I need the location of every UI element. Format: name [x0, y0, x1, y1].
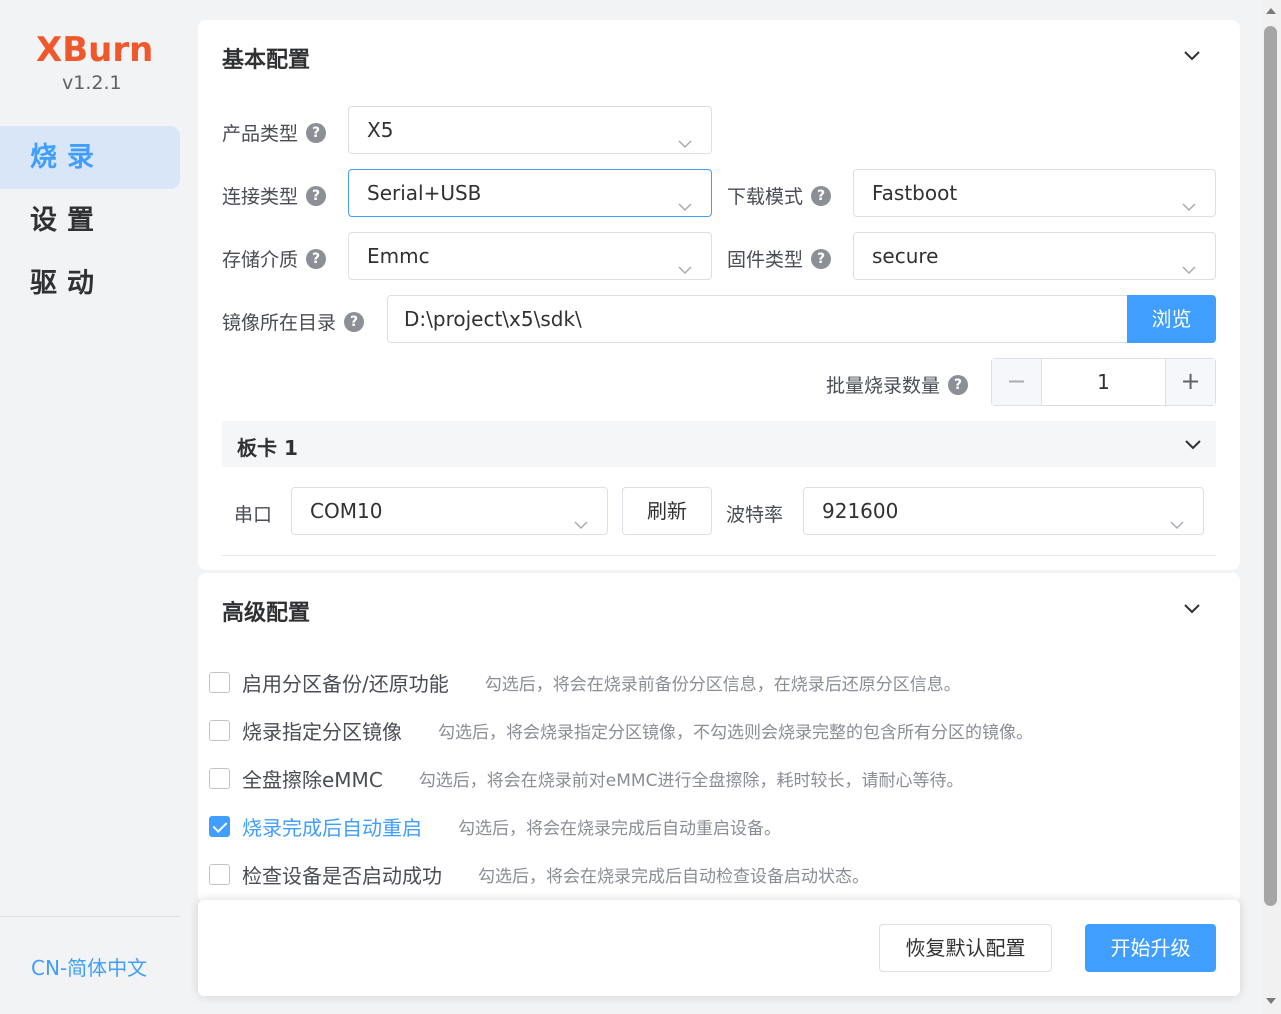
image-dir-label: 镜像所在目录 ? [222, 308, 365, 335]
check-boot-checkbox[interactable] [209, 864, 230, 885]
sidebar: XBurn v1.2.1 烧录 设置 驱动 CN-简体中文 [0, 0, 190, 1014]
option-description: 勾选后，将会在烧录完成后自动检查设备启动状态。 [478, 867, 869, 887]
connection-type-select[interactable]: Serial+USB [348, 169, 712, 217]
baud-rate-select[interactable]: 921600 [803, 487, 1204, 535]
option-label: 烧录指定分区镜像 [242, 720, 402, 744]
action-footer: 恢复默认配置 开始升级 [198, 900, 1240, 996]
firmware-type-value: secure [872, 244, 939, 268]
serial-port-label: 串口 [234, 504, 273, 526]
serial-port-value: COM10 [310, 499, 383, 523]
batch-count-stepper: − 1 + [991, 358, 1216, 406]
storage-select[interactable]: Emmc [348, 232, 712, 280]
erase-emmc-checkbox[interactable] [209, 768, 230, 789]
collapse-advanced-chevron-icon[interactable] [1182, 598, 1202, 618]
partition-backup-checkbox[interactable] [209, 672, 230, 693]
sidebar-divider [0, 916, 180, 917]
reset-defaults-button[interactable]: 恢复默认配置 [879, 924, 1052, 972]
image-dir-input[interactable]: D:\project\x5\sdk\ [387, 295, 1128, 343]
connection-type-value: Serial+USB [367, 181, 482, 205]
board-card-header[interactable]: 板卡 1 [222, 421, 1216, 467]
option-label: 全盘擦除eMMC [242, 768, 383, 792]
chevron-down-icon [573, 503, 589, 549]
chevron-down-icon [677, 185, 693, 231]
download-mode-select[interactable]: Fastboot [853, 169, 1216, 217]
auto-reboot-checkbox[interactable] [209, 816, 230, 837]
browse-button[interactable]: 浏览 [1127, 295, 1216, 343]
help-icon[interactable]: ? [948, 374, 969, 395]
storage-label: 存储介质 ? [222, 245, 327, 272]
option-auto-reboot[interactable]: 烧录完成后自动重启 勾选后，将会在烧录完成后自动重启设备。 [209, 812, 781, 841]
chevron-down-icon [677, 122, 693, 168]
chevron-down-icon [677, 248, 693, 294]
chevron-down-icon [1169, 503, 1185, 549]
product-type-select[interactable]: X5 [348, 106, 712, 154]
batch-count-label-text: 批量烧录数量 [826, 375, 941, 397]
advanced-config-title: 高级配置 [222, 601, 311, 626]
nav-item-burn[interactable]: 烧录 [0, 126, 180, 189]
firmware-type-select[interactable]: secure [853, 232, 1216, 280]
download-mode-label-text: 下载模式 [727, 186, 804, 208]
firmware-type-label: 固件类型 ? [727, 245, 832, 272]
nav-item-settings[interactable]: 设置 [0, 189, 180, 252]
download-mode-value: Fastboot [872, 181, 958, 205]
storage-value: Emmc [367, 244, 430, 268]
option-check-boot[interactable]: 检查设备是否启动成功 勾选后，将会在烧录完成后自动检查设备启动状态。 [209, 860, 869, 889]
firmware-type-label-text: 固件类型 [727, 249, 804, 271]
app-logo: XBurn [36, 30, 154, 70]
help-icon[interactable]: ? [306, 122, 327, 143]
collapse-basic-chevron-icon[interactable] [1182, 45, 1202, 65]
start-upgrade-button[interactable]: 开始升级 [1085, 924, 1216, 972]
option-specific-partition[interactable]: 烧录指定分区镜像 勾选后，将会烧录指定分区镜像，不勾选则会烧录完整的包含所有分区… [209, 716, 1033, 745]
decrement-button[interactable]: − [992, 359, 1042, 405]
help-icon[interactable]: ? [811, 248, 832, 269]
option-label: 启用分区备份/还原功能 [242, 672, 449, 696]
chevron-down-icon [1181, 185, 1197, 231]
scroll-thumb[interactable] [1264, 26, 1277, 906]
help-icon[interactable]: ? [306, 185, 327, 206]
batch-count-label: 批量烧录数量 ? [826, 371, 969, 398]
specific-partition-checkbox[interactable] [209, 720, 230, 741]
nav-item-driver[interactable]: 驱动 [0, 252, 180, 315]
storage-label-text: 存储介质 [222, 249, 299, 271]
download-mode-label: 下载模式 ? [727, 182, 832, 209]
chevron-down-icon [1181, 248, 1197, 294]
help-icon[interactable]: ? [811, 185, 832, 206]
app-version: v1.2.1 [62, 72, 122, 94]
baud-rate-label: 波特率 [726, 504, 784, 526]
page-scrollbar[interactable] [1261, 0, 1281, 1014]
product-type-value: X5 [367, 118, 394, 142]
option-label: 烧录完成后自动重启 [242, 816, 422, 840]
option-description: 勾选后，将会烧录指定分区镜像，不勾选则会烧录完整的包含所有分区的镜像。 [438, 723, 1033, 743]
language-switch[interactable]: CN-简体中文 [31, 952, 147, 981]
option-description: 勾选后，将会在烧录前对eMMC进行全盘擦除，耗时较长，请耐心等待。 [418, 771, 964, 791]
connection-type-label: 连接类型 ? [222, 182, 327, 209]
increment-button[interactable]: + [1165, 359, 1215, 405]
help-icon[interactable]: ? [306, 248, 327, 269]
baud-rate-value: 921600 [822, 499, 899, 523]
serial-port-select[interactable]: COM10 [291, 487, 608, 535]
option-erase-emmc[interactable]: 全盘擦除eMMC 勾选后，将会在烧录前对eMMC进行全盘擦除，耗时较长，请耐心等… [209, 764, 963, 793]
option-description: 勾选后，将会在烧录前备份分区信息，在烧录后还原分区信息。 [484, 675, 961, 695]
board-title: 板卡 1 [237, 436, 298, 460]
collapse-board-chevron-icon[interactable] [1183, 434, 1203, 454]
option-partition-backup[interactable]: 启用分区备份/还原功能 勾选后，将会在烧录前备份分区信息，在烧录后还原分区信息。 [209, 668, 961, 697]
option-label: 检查设备是否启动成功 [242, 864, 442, 888]
scroll-down-icon[interactable] [1266, 998, 1276, 1004]
product-type-label: 产品类型 ? [222, 119, 327, 146]
product-type-label-text: 产品类型 [222, 123, 299, 145]
refresh-button[interactable]: 刷新 [622, 487, 712, 535]
option-description: 勾选后，将会在烧录完成后自动重启设备。 [458, 819, 781, 839]
help-icon[interactable]: ? [344, 311, 365, 332]
image-dir-label-text: 镜像所在目录 [222, 312, 337, 334]
connection-type-label-text: 连接类型 [222, 186, 299, 208]
basic-config-title: 基本配置 [222, 48, 311, 73]
batch-count-value[interactable]: 1 [1042, 359, 1165, 405]
scroll-up-icon[interactable] [1266, 8, 1276, 14]
